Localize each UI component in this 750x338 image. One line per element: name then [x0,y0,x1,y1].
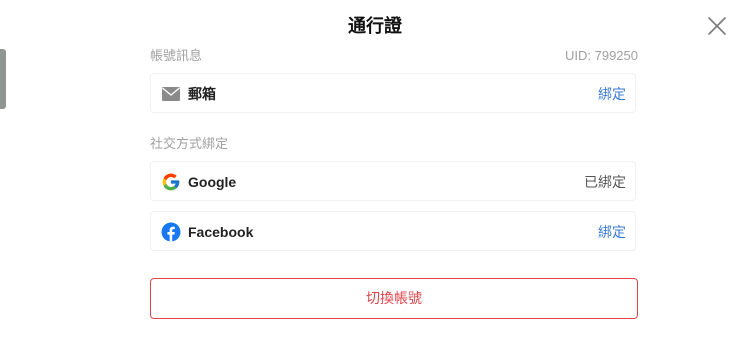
close-icon [706,15,728,37]
facebook-label: Facebook [188,224,254,240]
google-label: Google [188,174,237,190]
email-label: 郵箱 [188,86,216,102]
google-bound-status: 已綁定 [584,174,626,190]
account-info-label: 帳號訊息 [150,48,203,63]
bind-email-button[interactable]: 綁定 [598,85,626,103]
mail-icon [161,84,181,104]
bind-facebook-button[interactable]: 綁定 [598,223,626,241]
close-button[interactable] [706,15,728,37]
email-row: 郵箱 綁定 [150,73,636,113]
switch-account-button[interactable]: 切換帳號 [150,278,638,319]
facebook-row: Facebook 綁定 [150,211,636,251]
google-row: Google 已綁定 [150,161,636,201]
social-binding-label: 社交方式綁定 [150,136,229,151]
page-title: 通行證 [348,16,402,36]
side-drawer-handle[interactable] [0,49,6,109]
facebook-icon [161,222,181,242]
google-icon [161,172,181,192]
uid-text: UID: 799250 [565,48,638,63]
